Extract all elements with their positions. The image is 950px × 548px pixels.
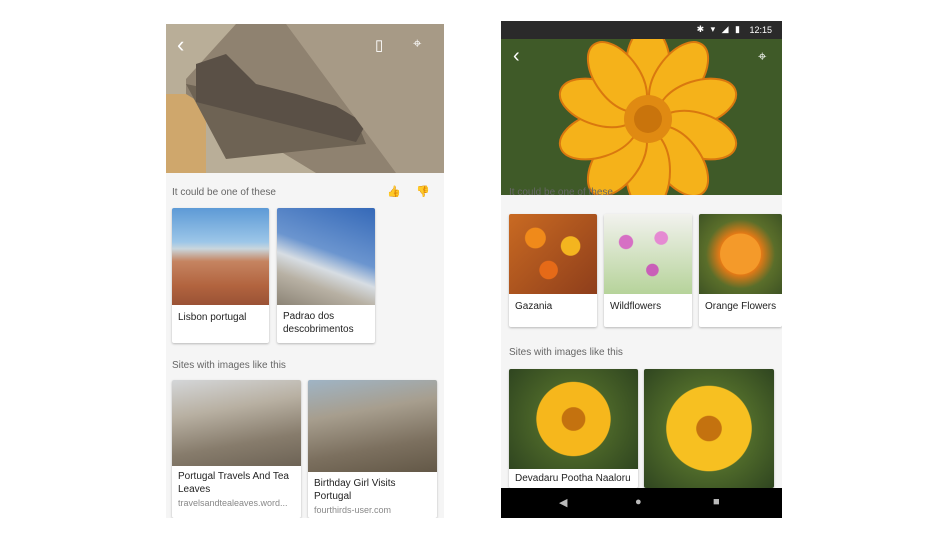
- site-thumbnail-monument: [308, 380, 437, 472]
- thumbs-up-icon[interactable]: 👍: [387, 185, 401, 198]
- site-title: Birthday Girl Visits Portugal: [314, 478, 396, 502]
- site-title: Portugal Travels And Tea Leaves: [178, 471, 289, 495]
- gazania-thumbnail: [509, 214, 597, 294]
- site-thumbnail-flower: [509, 369, 638, 469]
- site-title: Devadaru Pootha Naaloru: [515, 473, 631, 484]
- right-phone-screen: ✱ ▾ ◢ ▮ 12:15 ‹ ⌖ It could be one of the…: [501, 21, 782, 518]
- lisbon-thumbnail: [172, 208, 269, 305]
- match-label: Lisbon portugal: [178, 312, 247, 323]
- match-card-orange-flowers[interactable]: Orange Flowers: [699, 214, 782, 327]
- match-card-padrao[interactable]: Padrao dos descobrimentos: [277, 208, 375, 343]
- section-title-sites: Sites with images like this: [172, 360, 286, 371]
- site-card-devadaru[interactable]: Devadaru Pootha Naaloru: [509, 369, 638, 488]
- query-image-monument: [166, 24, 444, 173]
- thumbs-down-icon[interactable]: 👎: [416, 185, 430, 198]
- match-card-gazania[interactable]: Gazania: [509, 214, 597, 327]
- site-card-tea-leaves[interactable]: Portugal Travels And Tea Leaves travelsa…: [172, 380, 301, 518]
- wildflowers-thumbnail: [604, 214, 692, 294]
- nav-recents-icon[interactable]: ■: [713, 496, 720, 508]
- status-time: 12:15: [749, 25, 772, 35]
- status-bar: ✱ ▾ ◢ ▮ 12:15: [501, 21, 782, 39]
- match-card-wildflowers[interactable]: Wildflowers: [604, 214, 692, 327]
- match-label: Gazania: [515, 301, 553, 312]
- section-title-matches: It could be one of these: [509, 187, 613, 198]
- left-phone-screen: ‹ ▯ ⌖ It could be one of these 👍 👎 Lisbo…: [166, 24, 444, 518]
- lens-icon[interactable]: ⌖: [758, 48, 766, 65]
- match-card-lisbon[interactable]: Lisbon portugal: [172, 208, 269, 343]
- back-arrow-icon[interactable]: ‹: [177, 32, 184, 58]
- monument-illustration: [166, 24, 444, 173]
- site-card-flower[interactable]: [644, 369, 774, 488]
- lens-icon[interactable]: ⌖: [413, 35, 421, 52]
- match-label: Wildflowers: [610, 301, 662, 312]
- nav-back-icon[interactable]: ◀: [559, 496, 567, 509]
- section-title-sites: Sites with images like this: [509, 347, 623, 358]
- site-thumbnail-monument: [172, 380, 301, 466]
- status-icons: ✱ ▾ ◢ ▮: [696, 24, 742, 34]
- nav-home-icon[interactable]: ●: [635, 496, 642, 508]
- padrao-thumbnail: [277, 208, 375, 305]
- site-url: fourthirds-user.com: [314, 505, 392, 515]
- back-arrow-icon[interactable]: ‹: [513, 45, 520, 68]
- match-label: Orange Flowers: [705, 301, 777, 312]
- section-title-matches: It could be one of these: [172, 187, 276, 198]
- flower-illustration: [501, 39, 782, 195]
- site-thumbnail-flower: [644, 369, 774, 488]
- site-card-birthday-girl[interactable]: Birthday Girl Visits Portugal fourthirds…: [308, 380, 437, 518]
- query-image-flower: [501, 39, 782, 195]
- match-label: Padrao dos descobrimentos: [283, 311, 354, 335]
- android-nav-bar: ◀ ● ■: [501, 488, 782, 518]
- site-url: travelsandtealeaves.word...: [178, 498, 288, 508]
- orange-flowers-thumbnail: [699, 214, 782, 294]
- bookmark-icon[interactable]: ▯: [375, 36, 383, 54]
